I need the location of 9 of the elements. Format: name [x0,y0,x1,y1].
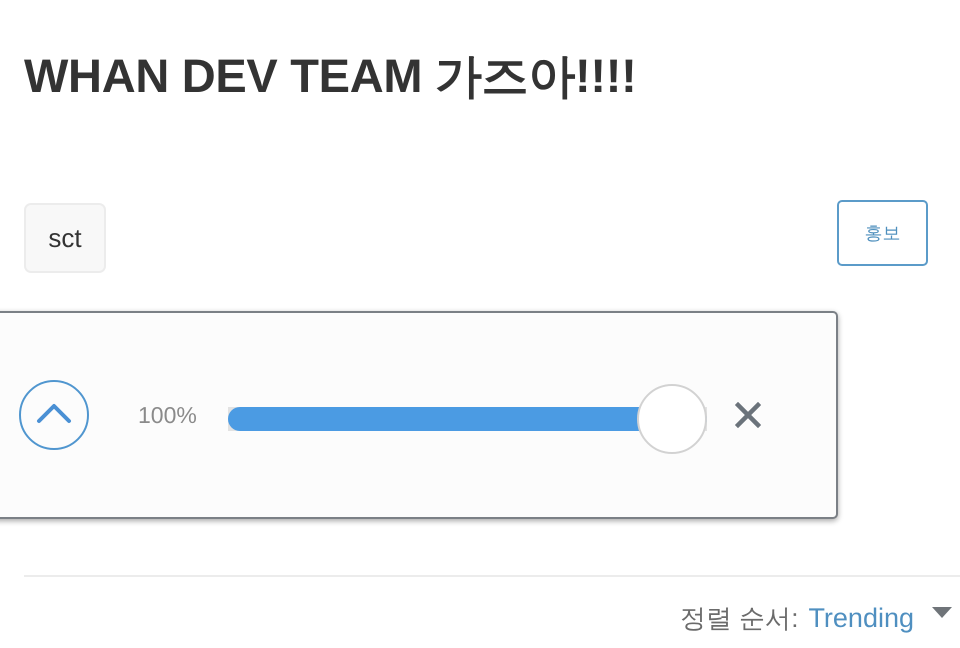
sort-dropdown[interactable]: Trending [808,603,914,634]
zoom-reading: 100% [138,402,198,428]
chevron-up-icon[interactable] [19,380,89,450]
tag-chip[interactable]: sct [24,203,106,273]
page-title: WHAN DEV TEAM 가즈아!!!! [24,48,636,104]
sort-label: 정렬 순서: [680,602,798,635]
close-icon[interactable] [735,402,761,428]
caret-down-icon[interactable] [932,607,952,618]
promote-button[interactable]: 홍보 [837,200,928,266]
